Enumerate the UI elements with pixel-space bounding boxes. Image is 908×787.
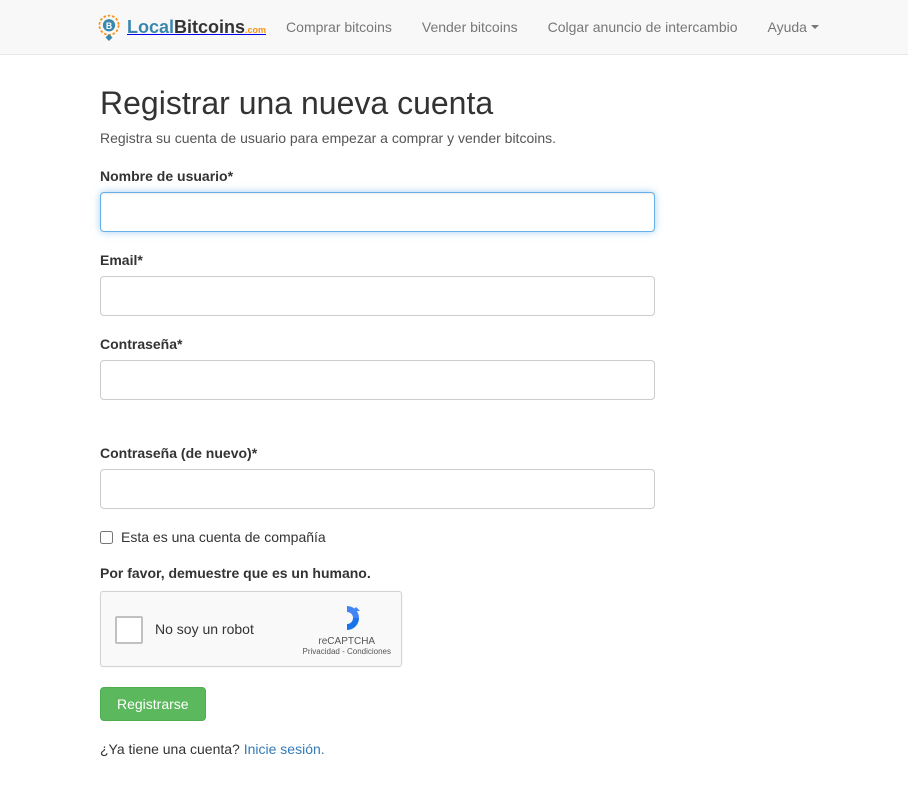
recaptcha-brand: reCAPTCHA (318, 636, 375, 647)
company-checkbox-label: Esta es una cuenta de compañía (121, 529, 326, 545)
navbar: B LocalBitcoins.com Comprar bitcoins Ven… (0, 0, 908, 55)
page-subtitle: Registra su cuenta de usuario para empez… (100, 130, 760, 146)
logo-link[interactable]: B LocalBitcoins.com (95, 13, 266, 41)
main-container: Registrar una nueva cuenta Registra su c… (100, 55, 760, 787)
password-input[interactable] (100, 360, 655, 400)
recaptcha-checkbox[interactable] (115, 616, 143, 644)
svg-text:B: B (106, 21, 112, 31)
nav-buy[interactable]: Comprar bitcoins (286, 19, 392, 35)
page-title: Registrar una nueva cuenta (100, 85, 760, 122)
recaptcha-links: Privacidad - Condiciones (303, 647, 392, 656)
nav-post[interactable]: Colgar anuncio de intercambio (548, 19, 738, 35)
register-button[interactable]: Registrarse (100, 687, 206, 721)
logo-icon: B (95, 13, 123, 41)
password-again-input[interactable] (100, 469, 655, 509)
login-link[interactable]: Inicie sesión. (244, 741, 325, 757)
recaptcha-widget: No soy un robot reCAPTCHA Privacidad - C… (100, 591, 402, 667)
nav-help[interactable]: Ayuda (768, 19, 819, 35)
recaptcha-icon (331, 602, 363, 634)
login-prompt: ¿Ya tiene una cuenta? Inicie sesión. (100, 741, 760, 757)
password-again-label: Contraseña (de nuevo)* (100, 445, 760, 461)
nav-sell[interactable]: Vender bitcoins (422, 19, 518, 35)
nav-links: Comprar bitcoins Vender bitcoins Colgar … (286, 19, 819, 35)
recaptcha-text: No soy un robot (155, 621, 303, 637)
username-input[interactable] (100, 192, 655, 232)
captcha-label: Por favor, demuestre que es un humano. (100, 565, 760, 581)
email-input[interactable] (100, 276, 655, 316)
password-label: Contraseña* (100, 336, 760, 352)
email-label: Email* (100, 252, 760, 268)
company-checkbox[interactable] (100, 531, 113, 544)
username-label: Nombre de usuario* (100, 168, 760, 184)
caret-down-icon (811, 25, 819, 29)
logo-text: LocalBitcoins.com (127, 17, 266, 38)
